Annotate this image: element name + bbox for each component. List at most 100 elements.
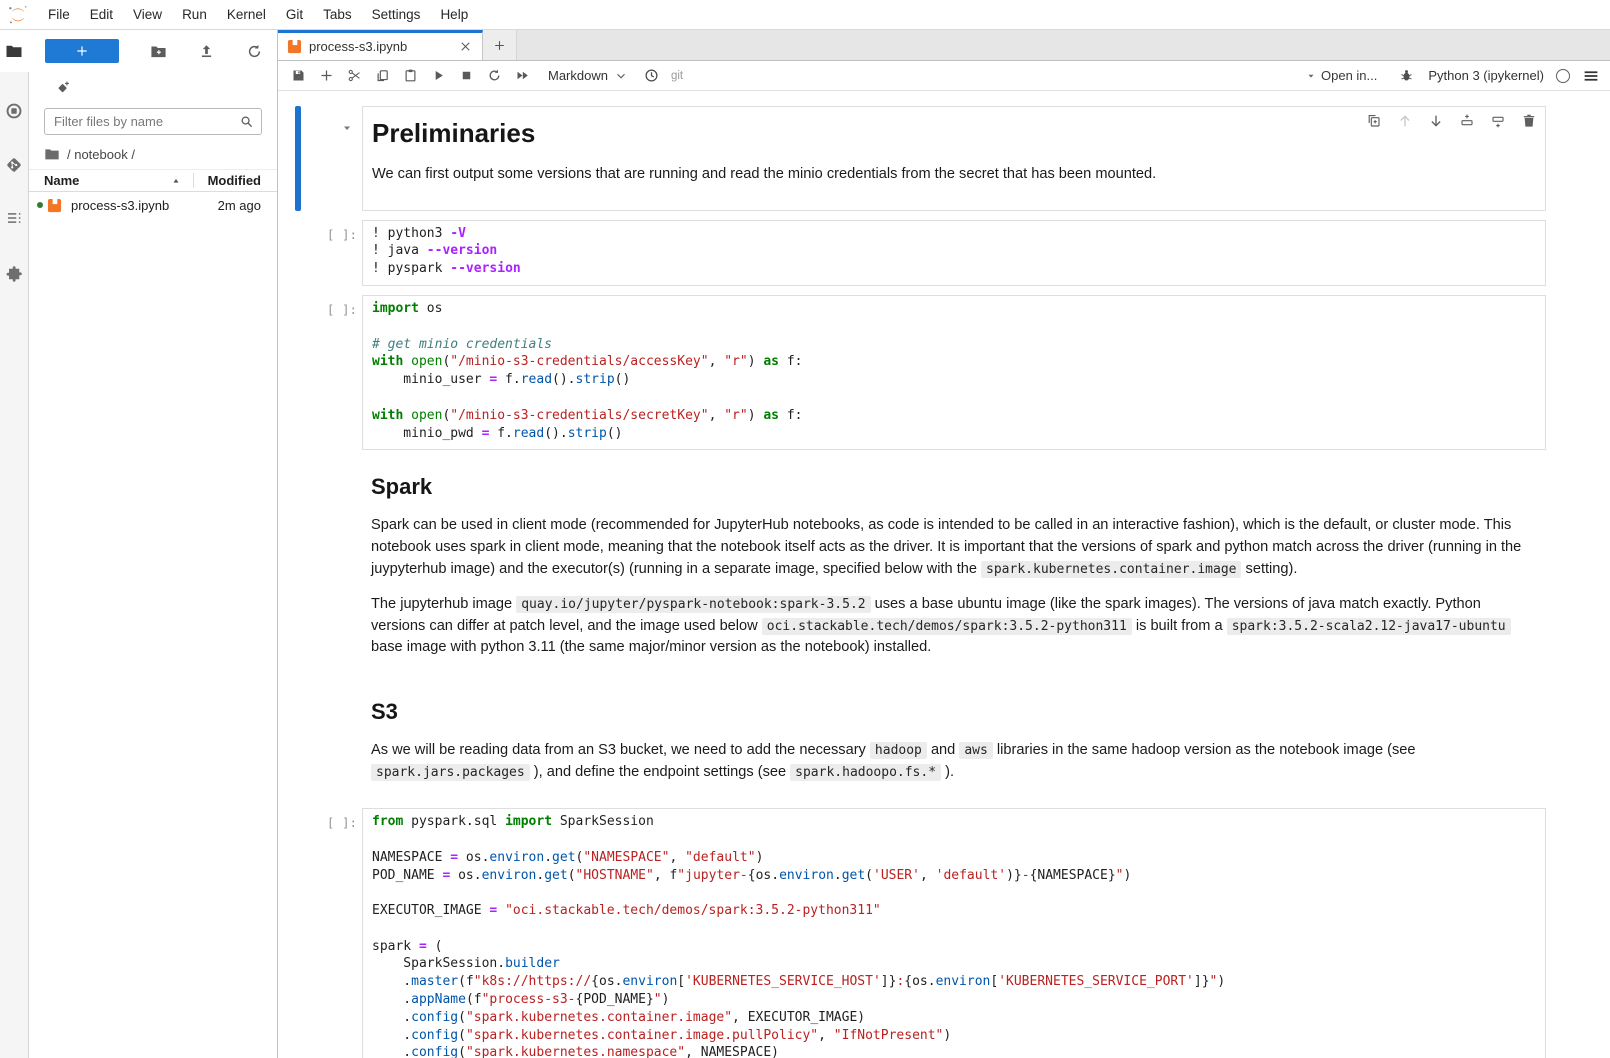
cell-gutter: [ ]:	[301, 220, 362, 286]
insert-cell-below-icon[interactable]	[1490, 113, 1506, 129]
code-editor[interactable]: import os # get minio credentialswith op…	[362, 295, 1546, 450]
open-file-dot	[37, 202, 43, 208]
kernel-name[interactable]: Python 3 (ipykernel)	[1428, 68, 1544, 83]
close-icon[interactable]	[458, 39, 473, 54]
move-cell-up-icon[interactable]	[1397, 113, 1413, 129]
code-line: minio_user = f.read().strip()	[372, 372, 1541, 390]
code-cell[interactable]: [ ]: from pyspark.sql import SparkSession…	[295, 808, 1546, 1058]
markdown-cell[interactable]: S3As we will be reading data from an S3 …	[295, 684, 1546, 799]
new-launcher-button[interactable]	[45, 39, 119, 63]
code-cell[interactable]: [ ]:! python3 -V! java --version! pyspar…	[295, 220, 1546, 286]
code-line: spark = (	[372, 939, 1541, 957]
sort-ascending-icon	[171, 176, 181, 186]
code-line: .appName(f"process-s3-{POD_NAME}")	[372, 992, 1541, 1010]
duplicate-cell-icon[interactable]	[1366, 113, 1382, 129]
run-all-button[interactable]	[508, 64, 536, 88]
stop-kernel-button[interactable]	[452, 64, 480, 88]
markdown-rendered: S3As we will be reading data from an S3 …	[362, 684, 1546, 799]
code-cell[interactable]: [ ]: import os # get minio credentialswit…	[295, 295, 1546, 450]
menu-tabs[interactable]: Tabs	[313, 7, 362, 22]
sidebar-tab-extensions[interactable]	[0, 253, 29, 295]
cell-type-dropdown[interactable]: Markdown	[548, 68, 627, 83]
paste-cell-button[interactable]	[396, 64, 424, 88]
new-tab-button[interactable]	[483, 30, 517, 60]
tab-bar: process-s3.ipynb	[278, 30, 1610, 61]
code-line	[372, 832, 1541, 850]
sidebar-tab-files[interactable]	[0, 30, 29, 72]
cell-collapser-icon[interactable]	[341, 122, 353, 134]
menu-run[interactable]: Run	[172, 7, 217, 22]
open-in-dropdown[interactable]: Open in...	[1306, 68, 1377, 83]
cut-cell-button[interactable]	[340, 64, 368, 88]
code-line: ! python3 -V	[372, 226, 1541, 244]
menu-settings[interactable]: Settings	[362, 7, 431, 22]
hamburger-menu-icon[interactable]	[1582, 67, 1600, 85]
execution-prompt: [ ]:	[327, 302, 357, 317]
copy-cell-button[interactable]	[368, 64, 396, 88]
run-cell-button[interactable]	[424, 64, 452, 88]
sidebar-icon-strip	[0, 30, 29, 1058]
menu-view[interactable]: View	[123, 7, 172, 22]
menu-kernel[interactable]: Kernel	[217, 7, 276, 22]
menu-git[interactable]: Git	[276, 7, 313, 22]
jupyterhub-logo-icon	[6, 3, 30, 27]
code-line	[372, 390, 1541, 408]
notebook-toolbar-right: Open in... Python 3 (ipykernel)	[1306, 67, 1600, 85]
column-header-modified[interactable]: Modified	[193, 173, 277, 188]
move-cell-down-icon[interactable]	[1428, 113, 1444, 129]
notebook-file-icon	[47, 198, 62, 213]
menu-help[interactable]: Help	[430, 7, 478, 22]
upload-icon[interactable]	[198, 43, 215, 60]
markdown-cell[interactable]: SparkSpark can be used in client mode (r…	[295, 459, 1546, 675]
paste-cell-icon	[403, 68, 418, 83]
search-icon	[239, 114, 254, 129]
cell-gutter	[301, 684, 362, 799]
insert-cell-above-icon[interactable]	[1459, 113, 1475, 129]
menu-edit[interactable]: Edit	[80, 7, 123, 22]
delete-cell-icon[interactable]	[1521, 113, 1537, 129]
tab-label: process-s3.ipynb	[309, 39, 458, 54]
tab-process-s3[interactable]: process-s3.ipynb	[278, 30, 483, 60]
file-filter	[44, 108, 262, 135]
folder-icon	[44, 146, 60, 162]
insert-cell-button[interactable]	[312, 64, 340, 88]
code-line: from pyspark.sql import SparkSession	[372, 814, 1541, 832]
execution-prompt: [ ]:	[327, 815, 357, 830]
copy-cell-icon	[375, 68, 390, 83]
menu-items: FileEditViewRunKernelGitTabsSettingsHelp	[38, 0, 478, 29]
cell-content: PreliminariesWe can first output some ve…	[362, 106, 1546, 211]
git-status-label: git	[671, 70, 683, 82]
sidebar-tab-running-sessions[interactable]	[0, 90, 29, 132]
notebook-toolbar-buttons	[284, 64, 536, 88]
file-filter-input[interactable]	[44, 108, 262, 135]
restart-kernel-button[interactable]	[480, 64, 508, 88]
history-icon[interactable]	[639, 64, 665, 88]
file-modified: 2m ago	[193, 198, 277, 213]
debugger-icon[interactable]	[1399, 68, 1414, 83]
running-sessions-icon	[5, 102, 23, 120]
column-header-name[interactable]: Name	[29, 173, 193, 188]
cell-content: S3As we will be reading data from an S3 …	[362, 684, 1546, 799]
git-clone-icon[interactable]	[56, 80, 71, 95]
file-list: process-s3.ipynb2m ago	[29, 192, 277, 218]
code-editor[interactable]: ! python3 -V! java --version! pyspark --…	[362, 220, 1546, 286]
menu-file[interactable]: File	[38, 7, 80, 22]
code-line	[372, 921, 1541, 939]
file-row[interactable]: process-s3.ipynb2m ago	[29, 192, 277, 218]
breadcrumb[interactable]: / notebook /	[44, 146, 262, 162]
cell-content: import os # get minio credentialswith op…	[362, 295, 1546, 450]
notebook-file-icon	[287, 39, 302, 54]
new-folder-icon[interactable]	[150, 43, 167, 60]
refresh-icon[interactable]	[246, 43, 263, 60]
code-editor[interactable]: from pyspark.sql import SparkSession NAM…	[362, 808, 1546, 1058]
kernel-status-icon	[1556, 69, 1570, 83]
sidebar-tab-table-of-contents[interactable]	[0, 197, 29, 239]
md-paragraph: As we will be reading data from an S3 bu…	[371, 740, 1530, 783]
save-button[interactable]	[284, 64, 312, 88]
notebook-scroll-area[interactable]: PreliminariesWe can first output some ve…	[278, 91, 1610, 1058]
notebook-toolbar: Markdown git Open in... Python 3 (ipyker…	[278, 61, 1610, 91]
code-line: with open("/minio-s3-credentials/secretK…	[372, 408, 1541, 426]
git-icon	[5, 156, 23, 174]
sidebar-tab-git[interactable]	[0, 144, 29, 186]
markdown-cell[interactable]: PreliminariesWe can first output some ve…	[295, 106, 1546, 211]
